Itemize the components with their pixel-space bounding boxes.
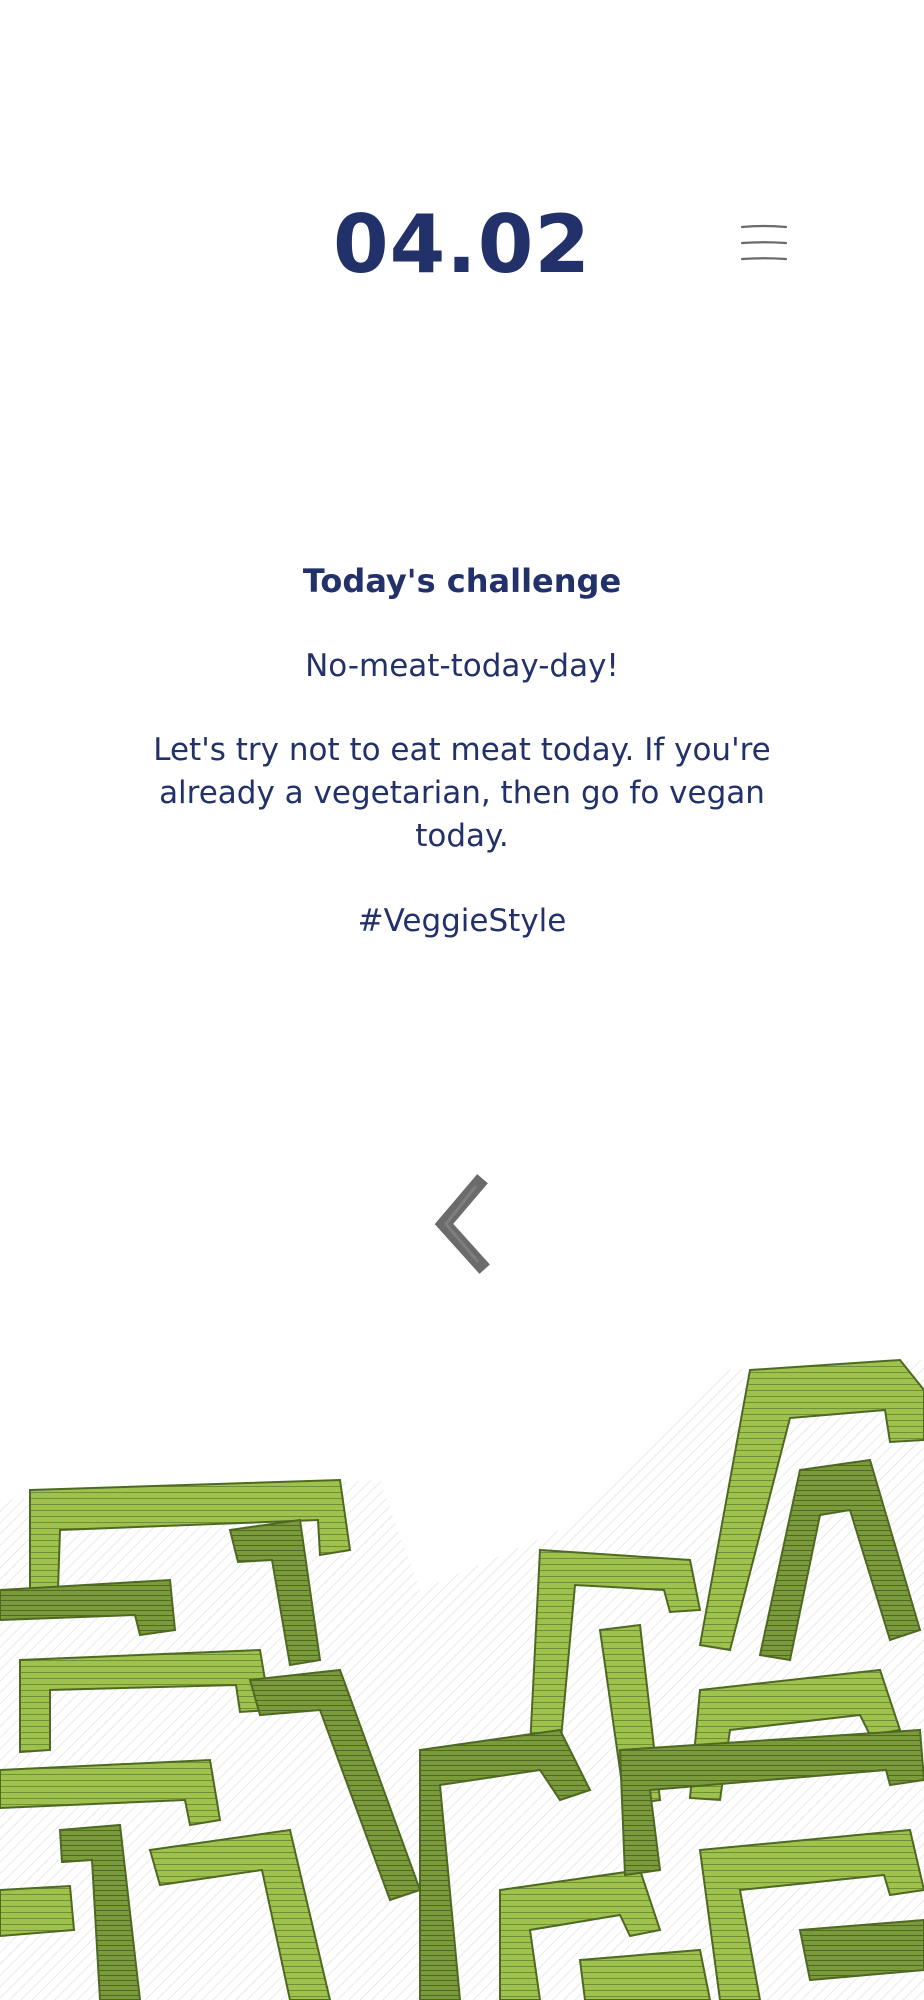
green-maze-illustration (0, 1330, 924, 2000)
back-button[interactable] (426, 1172, 498, 1276)
menu-button[interactable] (738, 217, 790, 269)
challenge-name: No-meat-today-day! (305, 648, 619, 684)
hamburger-menu-icon (740, 224, 788, 261)
challenge-card: Today's challenge No-meat-today-day! Let… (140, 555, 784, 942)
header: 04.02 (0, 195, 924, 295)
challenge-heading: Today's challenge (302, 562, 622, 600)
challenge-hashtag[interactable]: #VeggieStyle (140, 900, 784, 942)
challenge-description: Let's try not to eat meat today. If you'… (153, 732, 771, 854)
chevron-left-icon (434, 1174, 490, 1274)
